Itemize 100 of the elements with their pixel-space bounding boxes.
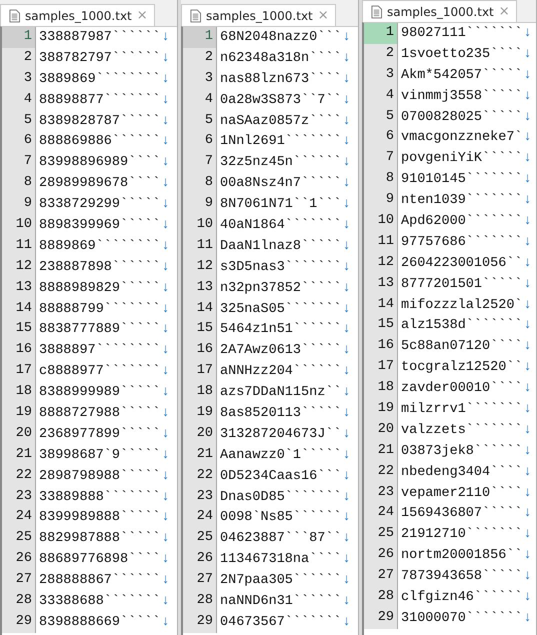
code-line: s3D5nas3```````: [219, 260, 342, 275]
line-number: 2: [183, 48, 217, 69]
line-number: 26: [364, 545, 398, 566]
line-number: 28: [183, 591, 217, 612]
code-line: vinmmj3558`````: [400, 88, 523, 104]
line-number: 5: [2, 110, 36, 132]
line-end-mark: ↓: [524, 486, 532, 501]
line-end-mark: ↓: [162, 155, 170, 170]
line-number: 8: [2, 173, 36, 194]
line-end-mark: ↓: [342, 573, 351, 588]
code-line: 31000070```````: [400, 610, 523, 626]
code-line: 5c88an07120````: [400, 339, 523, 354]
code-line: Dnas0D85```````: [219, 490, 342, 505]
code-line: 0098`Ns85``````: [219, 510, 342, 526]
line-number: 22: [2, 466, 36, 487]
line-end-mark: ↓: [342, 280, 351, 296]
code-line: 8888989829`````: [38, 280, 161, 296]
line-number: 17: [364, 357, 398, 378]
code-line: povgeniYiK`````: [400, 151, 523, 166]
code-line: 0D5234Caas16```: [219, 468, 342, 484]
code-line: 88689776898````: [38, 552, 161, 568]
line-number: 23: [183, 486, 217, 508]
code-line: nortm20001856``: [400, 548, 523, 564]
line-end-mark: ↓: [524, 610, 532, 626]
line-end-mark: ↓: [524, 381, 532, 396]
code-line: 2A7Awz0613`````: [219, 343, 342, 358]
code-line: DaaN1lnaz8`````: [219, 238, 342, 254]
line-end-mark: ↓: [524, 46, 532, 62]
line-end-mark: ↓: [162, 343, 170, 358]
line-end-mark: ↓: [342, 406, 351, 421]
line-end-mark: ↓: [524, 193, 532, 208]
line-end-mark: ↓: [342, 322, 351, 338]
code-line: Aanawzz0`1`````: [219, 448, 342, 463]
line-end-mark: ↓: [524, 527, 532, 542]
line-number: 3: [364, 64, 398, 86]
line-number: 15: [183, 319, 217, 340]
line-number: 13: [364, 274, 398, 295]
code-line: 1Nnl2691```````: [219, 134, 342, 150]
line-number: 5: [183, 110, 217, 132]
line-number: 27: [2, 570, 36, 592]
line-number: 26: [2, 549, 36, 570]
code-line: 1svoetto235````: [400, 46, 523, 62]
line-end-mark: ↓: [342, 468, 351, 484]
line-number: 17: [183, 361, 217, 382]
file-tab[interactable]: samples_1000.txt ×: [0, 4, 155, 26]
line-end-mark: ↓: [162, 552, 170, 568]
code-line: nas88lzn673````: [219, 72, 342, 87]
line-number: 11: [2, 236, 36, 257]
code-line: Apd62000```````: [400, 214, 523, 229]
line-end-mark: ↓: [162, 364, 170, 380]
line-end-mark: ↓: [162, 197, 170, 212]
code-line: 40aN1864```````: [219, 218, 342, 233]
line-end-mark: ↓: [342, 238, 351, 254]
line-number: 9: [364, 190, 398, 212]
code-line: 325naS05```````: [219, 302, 342, 317]
line-end-mark: ↓: [342, 594, 351, 609]
line-number: 11: [183, 236, 217, 257]
line-end-mark: ↓: [162, 573, 170, 588]
code-line: 8888727988`````: [38, 406, 161, 421]
line-number: 29: [364, 608, 398, 629]
line-end-mark: ↓: [162, 594, 170, 609]
line-end-mark: ↓: [524, 110, 532, 124]
code-line: 2N7paa305``````: [219, 573, 342, 588]
code-line: 888869886``````: [38, 134, 161, 150]
code-line: 88898877```````: [38, 92, 161, 108]
line-end-mark: ↓: [342, 92, 351, 108]
line-number: 4: [183, 90, 217, 111]
file-tab[interactable]: samples_1000.txt ×: [362, 0, 517, 22]
line-number: 18: [364, 378, 398, 400]
line-end-mark: ↓: [342, 426, 351, 442]
line-number: 22: [183, 466, 217, 487]
code-line: nbedeng3404````: [400, 464, 523, 480]
line-number: 8: [364, 169, 398, 190]
code-line: azs7DDaN115nz``: [219, 385, 342, 400]
line-end-mark: ↓: [342, 260, 351, 275]
code-line: milzrrv1```````: [400, 402, 523, 417]
code-line: vmacgonzzneke7`: [400, 130, 523, 146]
line-number: 6: [2, 131, 36, 152]
line-end-mark: ↓: [162, 531, 170, 546]
code-line: 8399989888`````: [38, 510, 161, 526]
line-number: 7: [2, 152, 36, 174]
code-line: 68N2048nazz0```: [219, 30, 342, 45]
file-tab[interactable]: samples_1000.txt ×: [181, 4, 336, 26]
code-line: zavder00010````: [400, 381, 523, 396]
line-number: 16: [364, 336, 398, 358]
code-line: 04623887```87``: [219, 531, 342, 546]
line-number: 2: [2, 48, 36, 69]
line-end-mark: ↓: [162, 50, 170, 66]
line-end-mark: ↓: [342, 510, 351, 526]
line-number: 10: [364, 211, 398, 232]
line-end-mark: ↓: [342, 218, 351, 233]
code-line: 2898798988`````: [38, 468, 161, 484]
line-number: 13: [183, 278, 217, 299]
line-number: 20: [2, 424, 36, 445]
line-number: 20: [183, 424, 217, 445]
code-line: Akm*542057`````: [400, 68, 523, 83]
line-number: 20: [364, 420, 398, 441]
line-number: 26: [183, 549, 217, 570]
line-end-mark: ↓: [162, 302, 170, 317]
line-number: 17: [2, 361, 36, 382]
